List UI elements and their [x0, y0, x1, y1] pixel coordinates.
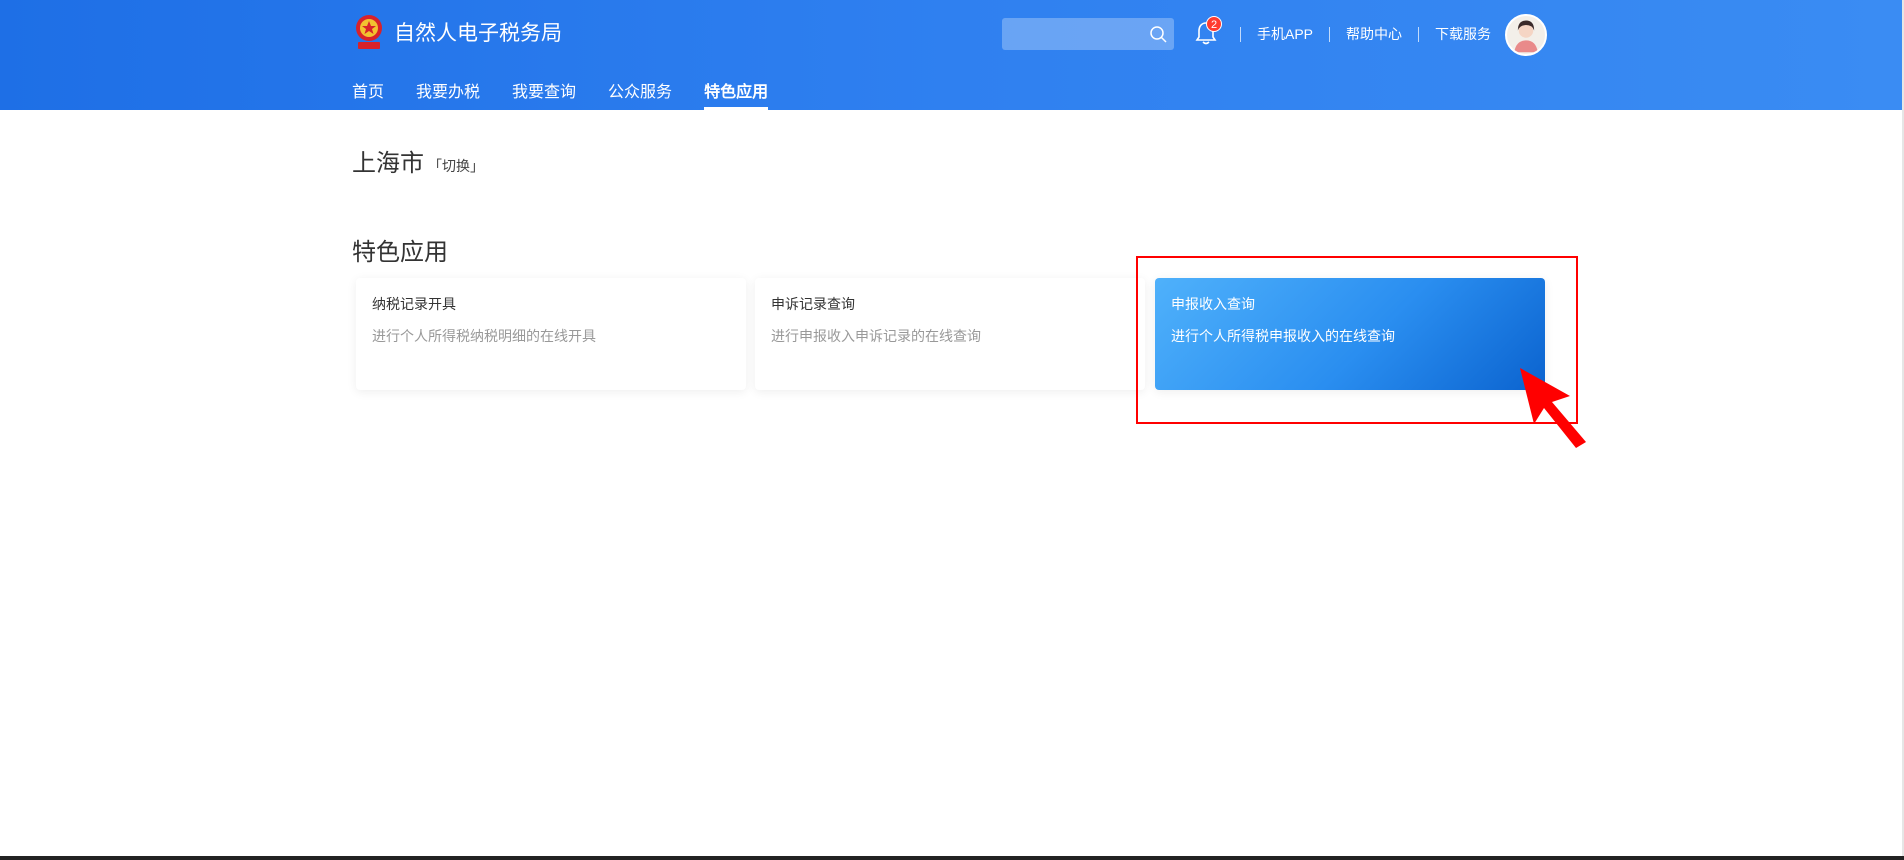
search-input[interactable]	[1002, 18, 1174, 50]
nav-query[interactable]: 我要查询	[512, 78, 576, 110]
card-description: 进行申报收入申诉记录的在线查询	[771, 328, 981, 344]
nav-featured-apps[interactable]: 特色应用	[704, 78, 769, 110]
avatar[interactable]	[1505, 14, 1547, 56]
bottom-border	[0, 856, 1904, 860]
search-icon[interactable]	[1148, 24, 1168, 44]
nav-public-service[interactable]: 公众服务	[608, 78, 672, 110]
card-tax-record-issue[interactable]: 纳税记录开具 进行个人所得税纳税明细的在线开具	[356, 278, 746, 390]
notification-badge: 2	[1206, 16, 1222, 32]
download-service-link[interactable]: 下载服务	[1435, 24, 1491, 44]
help-center-link[interactable]: 帮助中心	[1346, 24, 1402, 44]
top-links: 手机APP 帮助中心 下载服务	[1240, 24, 1491, 44]
city-name: 上海市	[352, 150, 424, 177]
card-declared-income-query[interactable]: 申报收入查询 进行个人所得税申报收入的在线查询	[1155, 278, 1545, 390]
nav-home[interactable]: 首页	[352, 78, 384, 110]
card-title: 申诉记录查询	[771, 296, 855, 312]
card-appeal-record-query[interactable]: 申诉记录查询 进行申报收入申诉记录的在线查询	[755, 278, 1145, 390]
city-switch-link[interactable]: 「切换」	[428, 156, 484, 176]
card-description: 进行个人所得税纳税明细的在线开具	[372, 328, 596, 344]
divider	[1329, 26, 1331, 42]
site-logo[interactable]: 自然人电子税务局	[352, 12, 562, 52]
nav-tax-handling[interactable]: 我要办税	[416, 78, 480, 110]
site-title: 自然人电子税务局	[394, 22, 562, 45]
section-title: 特色应用	[352, 239, 448, 266]
user-avatar-icon	[1514, 20, 1538, 53]
divider	[1240, 26, 1241, 42]
divider	[1418, 26, 1420, 42]
card-title: 申报收入查询	[1171, 296, 1255, 312]
top-header: 自然人电子税务局 2 手机APP 帮助中心 下载服务 首页 我要办税 我要查询 …	[0, 0, 1904, 110]
card-title: 纳税记录开具	[372, 296, 456, 312]
tax-emblem-icon	[356, 15, 382, 49]
city-selector: 上海市 「切换」	[352, 143, 484, 178]
mobile-app-link[interactable]: 手机APP	[1257, 24, 1313, 44]
card-description: 进行个人所得税申报收入的在线查询	[1171, 328, 1395, 344]
main-nav: 首页 我要办税 我要查询 公众服务 特色应用	[352, 78, 800, 110]
